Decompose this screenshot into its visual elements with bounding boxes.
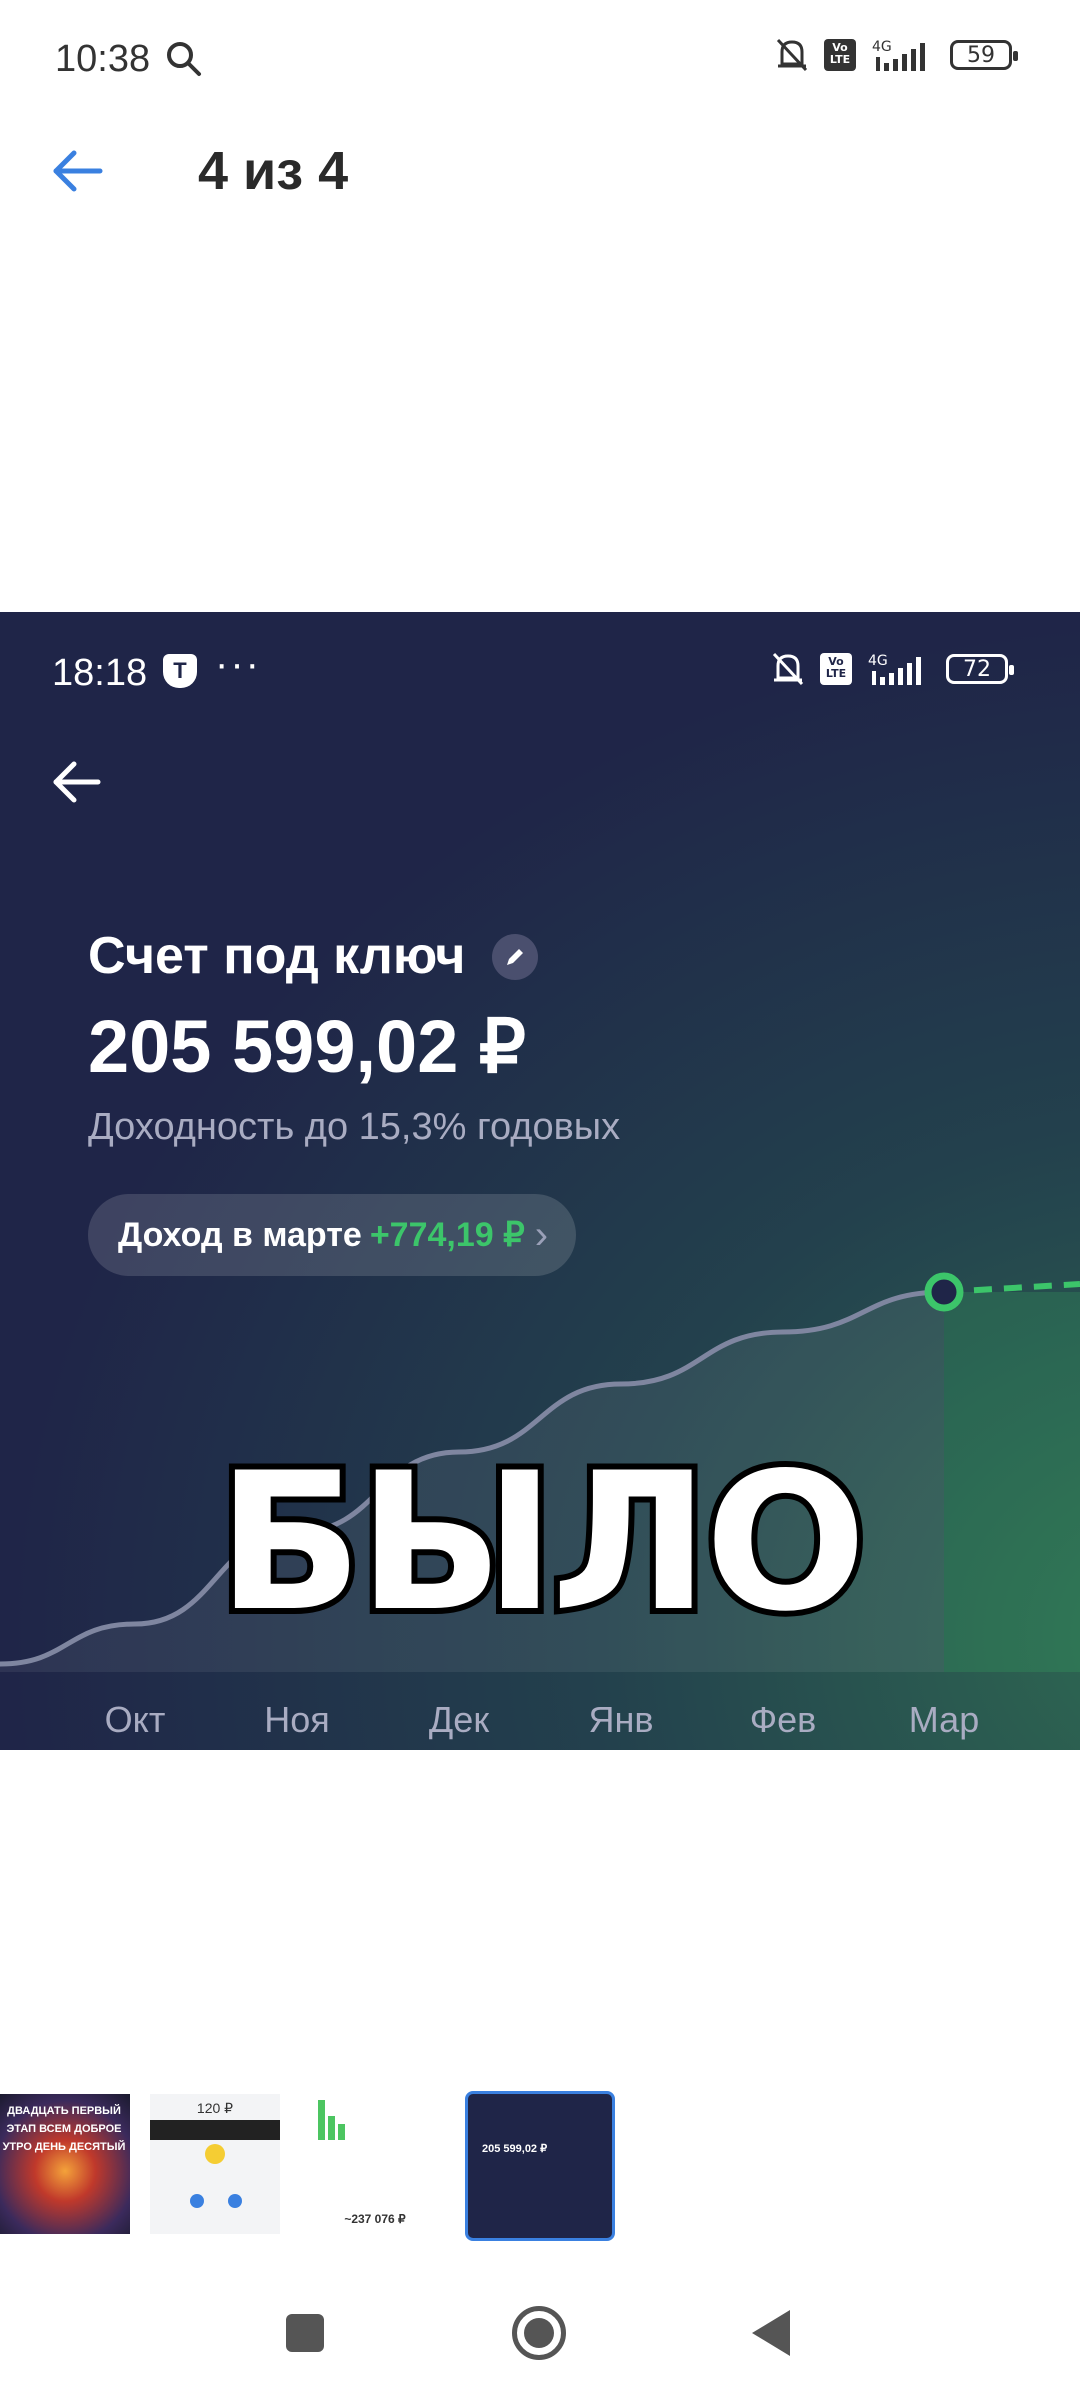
thumbnail-3-bar-1 — [318, 2100, 325, 2140]
back-triangle-icon[interactable] — [750, 2308, 792, 2358]
volte-icon: Vo LTE — [824, 39, 856, 71]
svg-text:4G: 4G — [872, 39, 892, 55]
x-tick-label: Дек — [429, 1699, 489, 1740]
balance: 205 599,02 ₽ — [88, 1005, 527, 1088]
thumbnail-3[interactable]: ~237 076 ₽ — [310, 2094, 440, 2234]
signal-icon: 4G — [868, 653, 921, 685]
battery-icon: 72 — [946, 654, 1014, 684]
system-nav-bar — [0, 2290, 1080, 2400]
bell-muted-icon — [776, 38, 808, 72]
status-time: 10:38 — [55, 38, 151, 80]
embedded-status-time: 18:18 — [52, 652, 148, 694]
back-arrow-icon[interactable] — [52, 150, 104, 192]
thumbnail-2-button-1 — [190, 2194, 204, 2208]
thumbnail-2-bar — [150, 2120, 280, 2140]
embedded-status-icons: Vo LTE 4G 72 — [770, 650, 1014, 688]
current-point — [924, 1272, 964, 1312]
x-tick-label: Фев — [750, 1699, 817, 1740]
volte-icon: Vo LTE — [820, 653, 852, 685]
back-arrow-icon — [53, 761, 101, 803]
thumbnail-4-label: 205 599,02 ₽ — [482, 2143, 548, 2155]
home-button[interactable] — [512, 2306, 566, 2360]
thumbnail-2-label: 120 ₽ — [196, 2100, 234, 2116]
signal-icon: 4G — [872, 39, 925, 71]
thumbnail-2-button-2 — [228, 2194, 242, 2208]
pencil-icon — [492, 934, 538, 980]
x-tick-label: Окт — [105, 1699, 166, 1740]
thumbnail-3-label: ~237 076 ₽ — [344, 2212, 406, 2226]
thumbnail-strip: ДВАДЦАТЬ ПЕРВЫЙ ЭТАП ВСЕМ ДОБРОЕ УТРО ДЕ… — [0, 2091, 1080, 2244]
battery-icon: 59 — [950, 40, 1018, 70]
status-icons: Vo LTE 4G 59 — [774, 36, 1018, 74]
thumbnail-2[interactable]: 120 ₽ — [150, 2094, 280, 2234]
thumbnail-3-bar-2 — [328, 2116, 335, 2140]
more-icon: ··· — [215, 642, 261, 686]
projection-line — [943, 1281, 1080, 1295]
thumbnail-1[interactable]: ДВАДЦАТЬ ПЕРВЫЙ ЭТАП ВСЕМ ДОБРОЕ УТРО ДЕ… — [0, 2094, 130, 2234]
yield-text: Доходность до 15,3% годовых — [88, 1106, 621, 1148]
photo-viewer-image[interactable]: 18:18 T ··· Vo LTE 4G 72 Счет под ключ 2… — [0, 612, 1080, 1750]
bell-muted-icon — [772, 652, 804, 686]
x-tick-label: Мар — [909, 1699, 979, 1740]
thumbnail-4-selected[interactable]: 205 599,02 ₽ — [465, 2091, 615, 2241]
svg-text:4G: 4G — [868, 653, 888, 669]
account-title: Счет под ключ — [88, 927, 466, 985]
recents-button[interactable] — [286, 2314, 324, 2352]
thumbnail-1-label: ДВАДЦАТЬ ПЕРВЫЙ ЭТАП ВСЕМ ДОБРОЕ УТРО ДЕ… — [2, 2105, 126, 2153]
home-dot — [524, 2318, 554, 2348]
x-tick-label: Ноя — [264, 1699, 330, 1740]
thumbnail-2-coin — [205, 2144, 225, 2164]
x-tick-label: Янв — [588, 1699, 653, 1740]
bank-app-icon: T — [163, 654, 197, 688]
search-icon[interactable] — [165, 40, 203, 78]
thumbnail-3-bar-3 — [338, 2124, 345, 2140]
image-counter: 4 из 4 — [198, 141, 349, 201]
overlay-caption: БЫЛО — [211, 1426, 872, 1659]
